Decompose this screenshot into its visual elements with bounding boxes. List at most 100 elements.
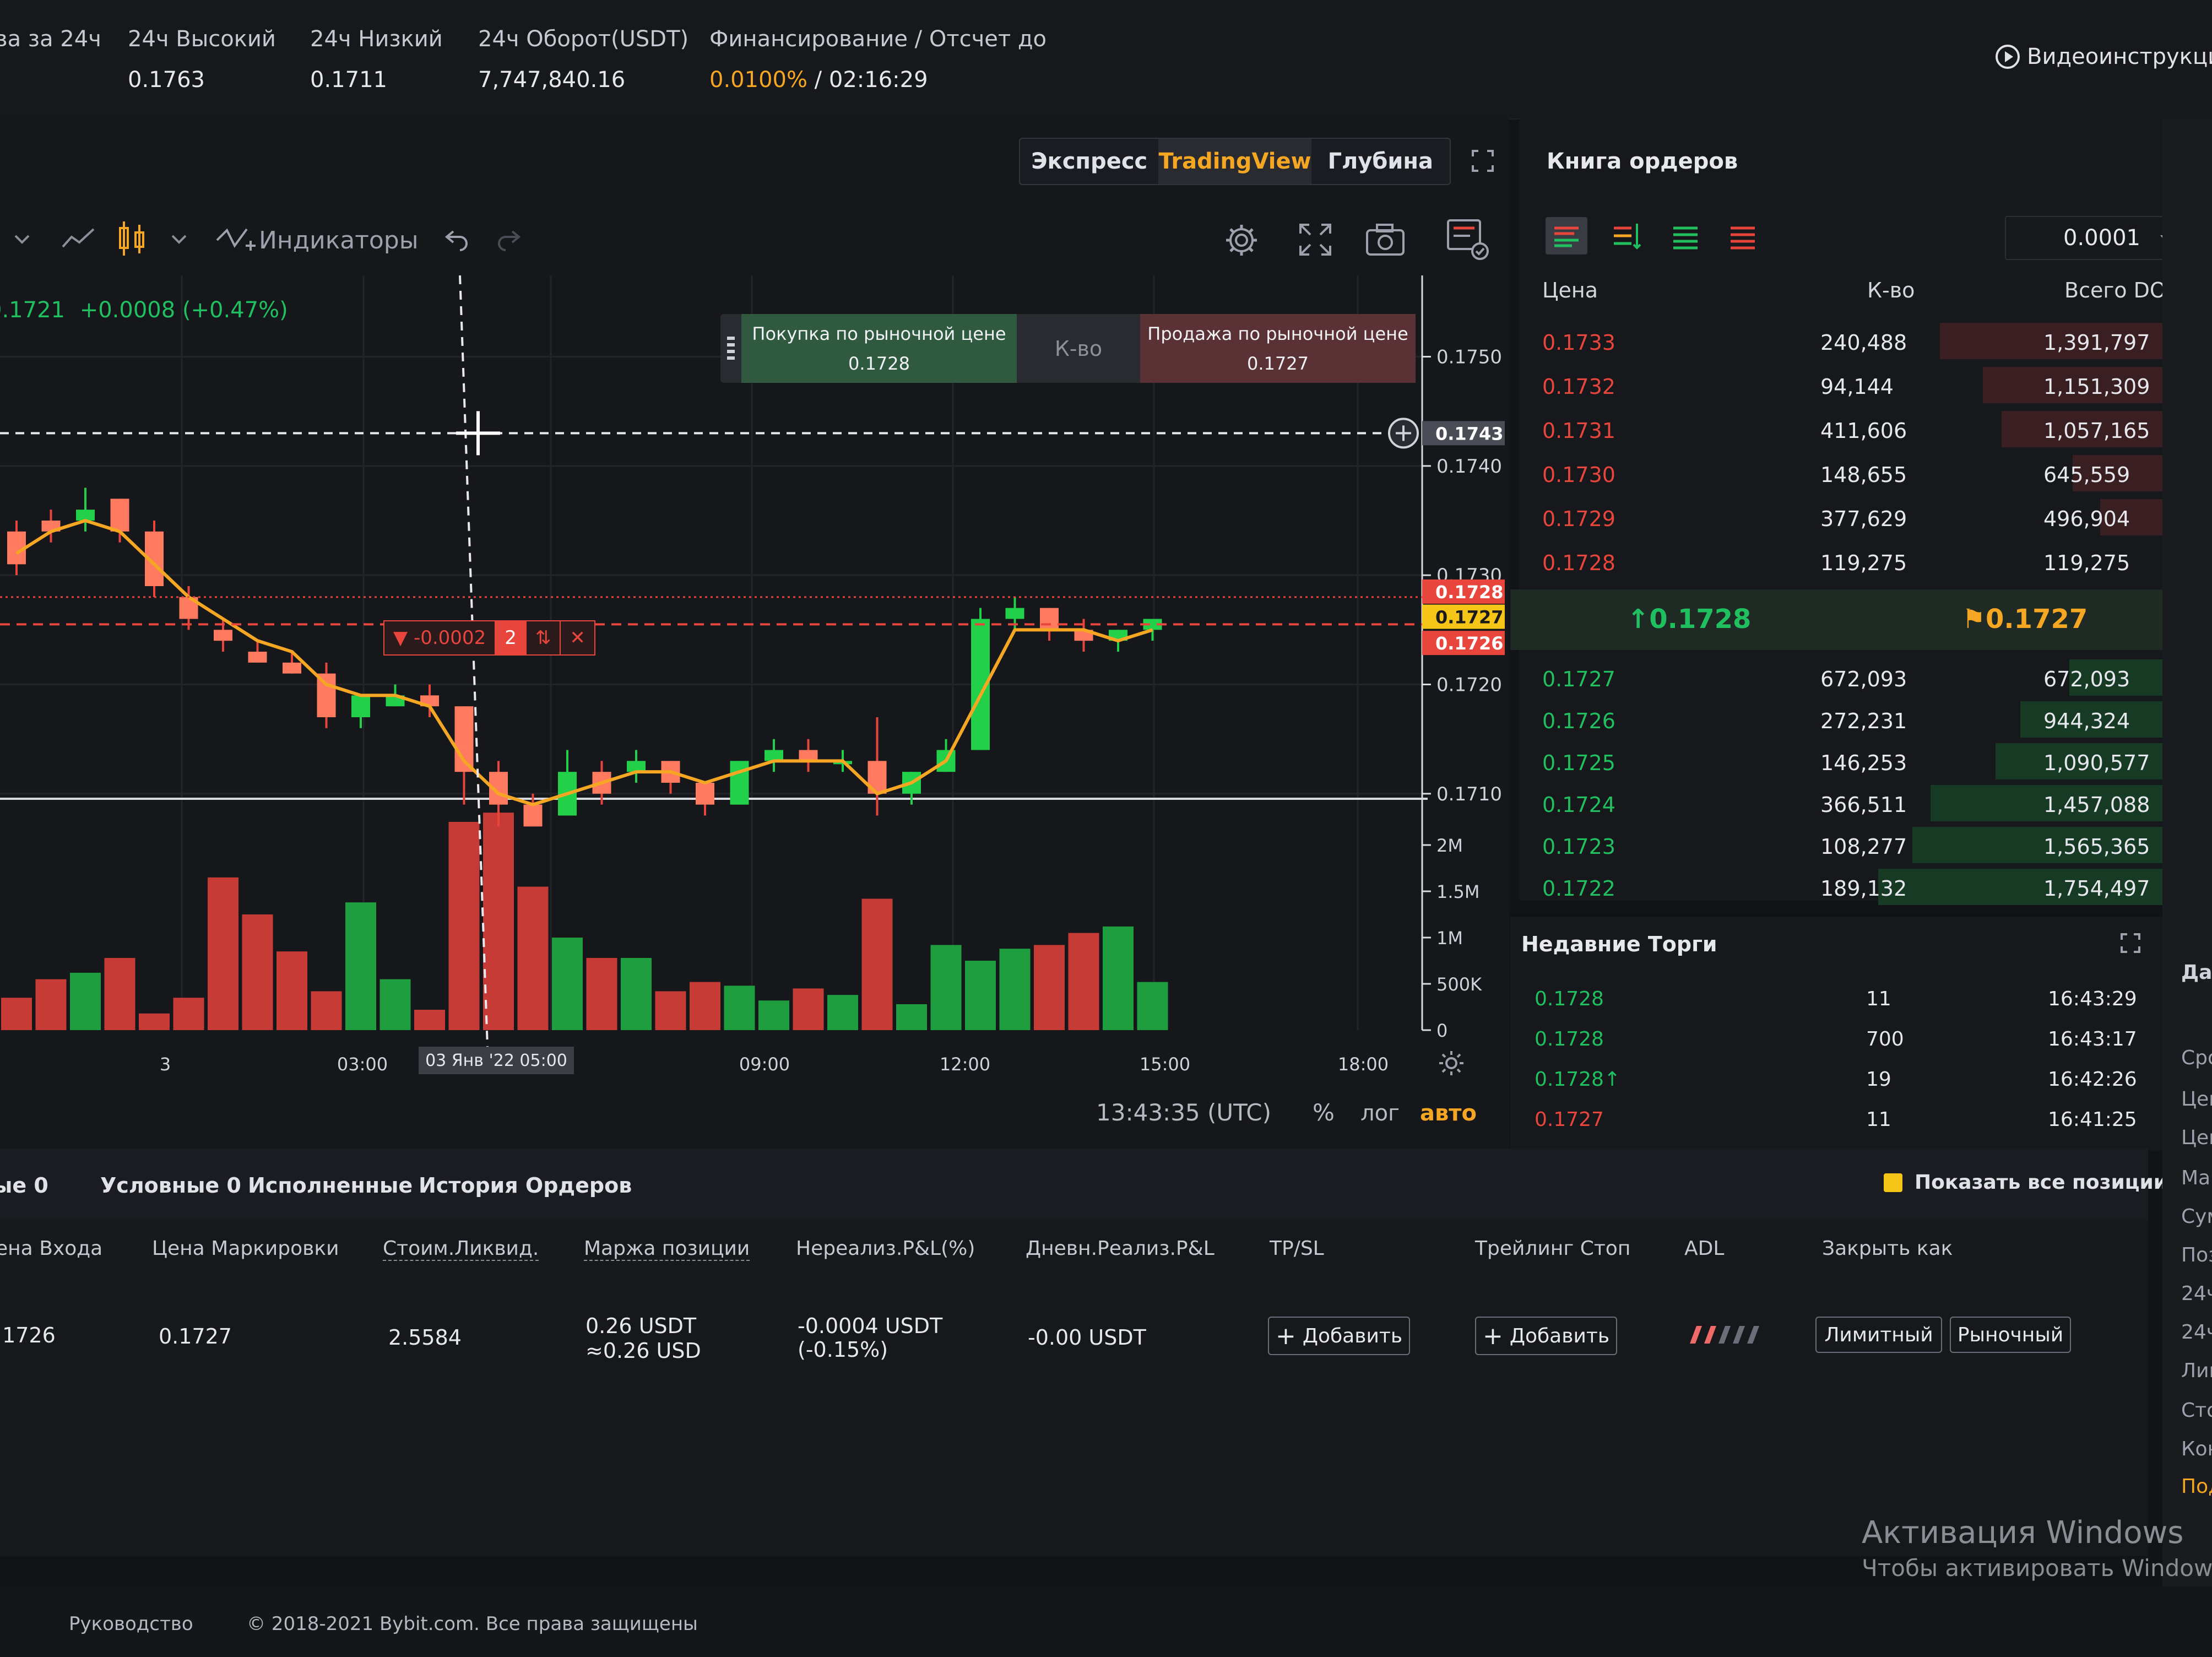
indicators-button[interactable]: Индикаторы (215, 224, 418, 257)
undo-icon[interactable] (443, 226, 471, 253)
position-line-tag[interactable]: ▼ -0.0002 2 ⇅ ✕ (383, 620, 595, 656)
col-mark-price: Цена Маркировки (152, 1237, 339, 1260)
camera-icon[interactable] (1365, 223, 1406, 257)
tab-order-history[interactable]: История Ордеров (419, 1173, 632, 1198)
volume-bar (311, 991, 342, 1030)
volume-tick-label: 2M (1436, 835, 1463, 856)
book-qty: 366,511 (1820, 793, 1907, 817)
add-trailing-stop-button[interactable]: + Добавить (1475, 1317, 1617, 1355)
liq-price: 2.5584 (388, 1325, 462, 1350)
trade-price: 0.1728 (1535, 1028, 1604, 1050)
order-book-row[interactable]: 0.1728 119,275 119,275 (1526, 541, 2187, 582)
trade-qty: 11 (1866, 1108, 1891, 1131)
add-tpsl-button[interactable]: + Добавить (1268, 1317, 1410, 1355)
volume-bar (104, 957, 135, 1030)
volume-bar (139, 1013, 170, 1030)
axis-price-label-text: 0.1727 (1435, 607, 1503, 628)
tab-filled[interactable]: Исполненные (248, 1173, 413, 1198)
book-price: 0.1725 (1542, 751, 1615, 775)
book-header-qty: К-во (1867, 278, 1915, 302)
chart-settings-icon[interactable] (1446, 218, 1490, 261)
book-price: 0.1727 (1542, 667, 1615, 691)
market-buy-button[interactable]: Покупка по рыночной цене 0.1728 (741, 314, 1017, 383)
volume-bar (621, 957, 652, 1030)
book-price: 0.1723 (1542, 835, 1615, 859)
details-link[interactable]: Подроб (2181, 1475, 2212, 1498)
price-tick-label: 0.1720 (1436, 674, 1502, 696)
sun-settings-icon[interactable] (1438, 1049, 1465, 1077)
show-all-positions-toggle[interactable]: Показать все позиции (1884, 1171, 2167, 1194)
order-book-row[interactable]: 0.1725 146,253 1,090,577 (1526, 741, 2187, 782)
order-book-row[interactable]: 0.1729 377,629 496,904 (1526, 497, 2187, 538)
order-book-row[interactable]: 0.1722 189,132 1,754,497 (1526, 867, 2187, 907)
reverse-position-icon[interactable]: ⇅ (527, 621, 561, 654)
book-total: 672,093 (2043, 667, 2130, 691)
chevron-down-icon[interactable] (168, 228, 190, 250)
candles-icon[interactable] (116, 219, 149, 258)
trade-time: 16:41:25 (2048, 1108, 2137, 1131)
price-step-select[interactable]: 0.0001 (2005, 216, 2181, 260)
percent-scale-toggle[interactable]: % (1313, 1099, 1335, 1126)
line-chart-icon[interactable] (61, 225, 96, 252)
book-qty: 94,144 (1820, 375, 1894, 399)
tab-open-orders[interactable]: ые 0 (0, 1173, 48, 1198)
volume-tick-label: 0 (1436, 1020, 1447, 1041)
chevron-down-icon[interactable] (11, 228, 33, 250)
quick-qty-input[interactable]: К-во (1017, 314, 1140, 383)
book-qty: 240,488 (1820, 331, 1907, 355)
market-sell-label: Продажа по рыночной цене (1147, 323, 1408, 344)
price-chart[interactable]: 0.17600.17500.17400.17300.17200.17102M1.… (0, 264, 1509, 1149)
tab-express[interactable]: Экспресс (1020, 139, 1158, 184)
volume-bar (1, 998, 32, 1030)
position-pnl: ▼ -0.0002 (393, 627, 486, 649)
order-book-row[interactable]: 0.1723 108,277 1,565,365 (1526, 825, 2187, 865)
trade-row: 0.1728 700 16:43:17 (1519, 1018, 2158, 1058)
order-book-row[interactable]: 0.1733 240,488 1,391,797 (1526, 321, 2187, 361)
stat-value: 7,747,840.16 (478, 67, 626, 93)
book-view-both[interactable] (1546, 217, 1587, 254)
edge-label: Контра (2181, 1438, 2212, 1460)
book-price: 0.1729 (1542, 507, 1615, 531)
log-scale-toggle[interactable]: лог (1360, 1101, 1400, 1126)
volume-bar (655, 991, 686, 1030)
tab-tradingview[interactable]: TradingView (1158, 139, 1311, 184)
position-pnl-value: -0.0002 (413, 627, 486, 649)
redo-icon[interactable] (495, 226, 522, 253)
volume-bar (208, 877, 238, 1030)
recent-trades-expand-icon[interactable] (2119, 932, 2141, 954)
checkbox (1884, 1173, 1902, 1192)
settings-gear-icon[interactable] (1223, 221, 1260, 259)
price-step-value: 0.0001 (2063, 225, 2140, 251)
tab-depth[interactable]: Глубина (1311, 139, 1450, 184)
order-book-row[interactable]: 0.1724 366,511 1,457,088 (1526, 783, 2187, 824)
guide-link[interactable]: Руководство (69, 1613, 193, 1635)
volume-bar (724, 985, 755, 1030)
book-asks-only-icon[interactable] (1726, 220, 1759, 251)
drag-handle[interactable] (720, 314, 741, 383)
book-bids-only-icon[interactable] (1669, 220, 1702, 251)
market-sell-button[interactable]: Продажа по рыночной цене 0.1727 (1140, 314, 1416, 383)
book-total: 119,275 (2043, 551, 2130, 575)
video-guide-link[interactable]: Видеоинструкция (1995, 44, 2212, 69)
close-limit-button[interactable]: Лимитный (1815, 1317, 1942, 1353)
order-book-row[interactable]: 0.1732 94,144 1,151,309 (1526, 365, 2187, 405)
order-book-row[interactable]: 0.1731 411,606 1,057,165 (1526, 409, 2187, 450)
chart-view-tabs: Экспресс TradingView Глубина (1019, 138, 1451, 185)
edge-label: Лимит (2181, 1360, 2212, 1382)
auto-scale-toggle[interactable]: авто (1420, 1101, 1477, 1126)
close-position-icon[interactable]: ✕ (561, 627, 594, 649)
chart-expand-icon[interactable] (1471, 149, 1495, 173)
tab-conditional[interactable]: Условные 0 (100, 1173, 241, 1198)
fullscreen-icon[interactable] (1297, 221, 1333, 258)
volume-bar (965, 961, 996, 1030)
axis-price-label: 0.1728 (1422, 579, 1505, 604)
trade-price: 0.1727 (1535, 1108, 1604, 1131)
order-book-row[interactable]: 0.1727 672,093 672,093 (1526, 657, 2187, 698)
indicators-label: Индикаторы (259, 226, 419, 254)
volume-bar (861, 898, 893, 1030)
order-book-row[interactable]: 0.1726 272,231 944,324 (1526, 699, 2187, 740)
close-market-button[interactable]: Рыночный (1950, 1317, 2071, 1353)
book-sort-icon[interactable] (1609, 220, 1642, 251)
order-book-row[interactable]: 0.1730 148,655 645,559 (1526, 453, 2187, 494)
volume-bar (35, 979, 67, 1030)
